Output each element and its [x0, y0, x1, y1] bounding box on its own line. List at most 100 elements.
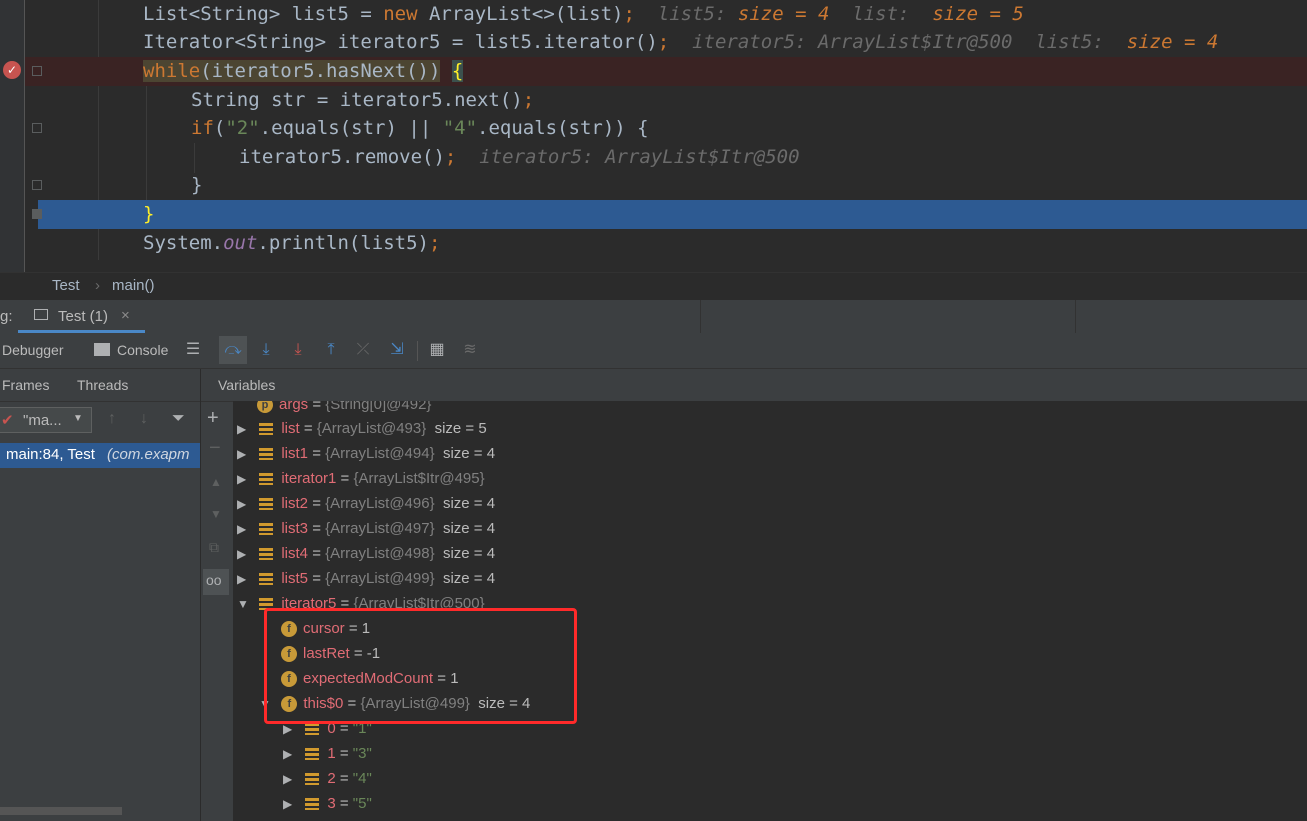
- force-step-into-icon[interactable]: ⤓: [288, 340, 308, 360]
- expand-arrow-icon[interactable]: ▶: [237, 492, 251, 517]
- evaluate-expression-icon[interactable]: ▦: [427, 340, 447, 360]
- fold-marker[interactable]: [32, 123, 42, 133]
- frames-tab[interactable]: Frames: [2, 377, 49, 393]
- expand-arrow-icon[interactable]: ▶: [237, 467, 251, 492]
- menu-icon[interactable]: ☰: [183, 340, 203, 360]
- show-watches-button[interactable]: oo: [203, 569, 229, 595]
- arrow-up-icon[interactable]: ↑: [108, 410, 116, 428]
- code-line-8-current[interactable]: }: [38, 200, 1307, 229]
- field-icon: [305, 773, 320, 786]
- threads-tab[interactable]: Threads: [77, 377, 128, 393]
- field-icon: [259, 548, 274, 561]
- add-watch-icon[interactable]: +: [207, 407, 219, 430]
- variable-row[interactable]: ▶ list2 = {ArrayList@496} size = 4: [237, 491, 495, 516]
- code-line-7[interactable]: }: [0, 171, 1307, 200]
- divider: [0, 401, 200, 402]
- highlight-box: [264, 608, 577, 724]
- variable-row[interactable]: ▶ list4 = {ArrayList@498} size = 4: [237, 541, 495, 566]
- expand-arrow-icon[interactable]: ▶: [283, 767, 297, 792]
- divider: [1075, 300, 1076, 333]
- field-icon: [305, 748, 320, 761]
- trace-icon[interactable]: ≋: [460, 340, 480, 360]
- variables-tab[interactable]: Variables: [218, 377, 275, 393]
- copy-icon[interactable]: ⧉: [209, 539, 219, 556]
- fold-marker[interactable]: [32, 180, 42, 190]
- debug-tab-strip: g: Test (1) ×: [0, 300, 1307, 333]
- step-over-icon: ⤼: [224, 341, 242, 358]
- code-line-4[interactable]: String str = iterator5.next();: [0, 86, 1307, 115]
- divider: [700, 300, 701, 333]
- tab-test-1[interactable]: Test (1) ×: [18, 300, 145, 333]
- code-editor[interactable]: List<String> list5 = new ArrayList<>(lis…: [0, 0, 1307, 272]
- variable-row[interactable]: ▶ list5 = {ArrayList@499} size = 4: [237, 566, 495, 591]
- collapse-arrow-icon[interactable]: ▼: [237, 592, 251, 617]
- console-tab[interactable]: Console: [117, 342, 168, 358]
- drop-frame-icon[interactable]: ⤫: [353, 340, 373, 360]
- list-element-row[interactable]: ▶ 2 = "4": [283, 766, 372, 791]
- scrollbar[interactable]: [0, 807, 122, 815]
- field-icon: [305, 723, 320, 736]
- code-line-3-breakpoint[interactable]: while(iterator5.hasNext()) {: [25, 57, 1307, 86]
- expand-arrow-icon[interactable]: ▶: [237, 442, 251, 467]
- remove-watch-icon[interactable]: −: [209, 437, 221, 460]
- field-icon: [259, 448, 274, 461]
- fold-marker[interactable]: [32, 209, 42, 219]
- expand-arrow-icon[interactable]: ▶: [283, 742, 297, 767]
- expand-arrow-icon[interactable]: ▶: [237, 417, 251, 442]
- step-out-icon[interactable]: ⤒: [321, 340, 341, 360]
- arrow-down-icon[interactable]: ↓: [140, 410, 148, 428]
- show-execution-point-button[interactable]: ⤼: [219, 336, 247, 364]
- list-element-row[interactable]: ▶ 1 = "3": [283, 741, 372, 766]
- frame-package: (com.exapm: [107, 446, 190, 463]
- run-to-cursor-icon[interactable]: ⇲: [387, 340, 407, 360]
- field-icon: [259, 498, 274, 511]
- thread-select-value: "ma...: [23, 412, 62, 429]
- frames-panel: Frames Threads ✔ "ma... ▼ ↑ ↓ ⏷ main:84,…: [0, 369, 200, 821]
- code-line-5[interactable]: if("2".equals(str) || "4".equals(str)) {: [0, 114, 1307, 143]
- variable-row[interactable]: ▶ iterator1 = {ArrayList$Itr@495}: [237, 466, 485, 491]
- list-element-row[interactable]: ▶ 3 = "5": [283, 791, 372, 816]
- frame-row-selected[interactable]: main:84, Test (com.exapm: [0, 443, 200, 468]
- expand-arrow-icon[interactable]: ▶: [237, 542, 251, 567]
- close-icon[interactable]: ×: [121, 307, 130, 324]
- variable-row[interactable]: ▶ list3 = {ArrayList@497} size = 4: [237, 516, 495, 541]
- console-icon: [94, 343, 110, 356]
- breadcrumb-class[interactable]: Test: [52, 277, 80, 294]
- expand-arrow-icon[interactable]: ▶: [237, 567, 251, 592]
- breakpoint-icon[interactable]: ✓: [3, 61, 21, 79]
- breadcrumb: Test › main(): [0, 272, 1307, 301]
- expand-arrow-icon[interactable]: ▶: [283, 792, 297, 817]
- expand-arrow-icon[interactable]: ▶: [237, 517, 251, 542]
- variables-panel: Variables + − ▲ ▼ ⧉ oo p args = {String[0…: [200, 369, 1307, 821]
- glasses-icon: oo: [206, 572, 222, 588]
- debug-toolbar: Debugger Console ☰ ⤼ ⤓ ⤓ ⤒ ⤫ ⇲ ▦ ≋: [0, 333, 1307, 369]
- fold-marker[interactable]: [32, 66, 42, 76]
- chevron-down-icon: ▼: [73, 413, 83, 424]
- field-icon: [259, 423, 274, 436]
- code-line-2[interactable]: Iterator<String> iterator5 = list5.itera…: [0, 28, 1307, 57]
- move-up-icon[interactable]: ▲: [210, 475, 222, 489]
- variable-row[interactable]: p args = {String[0]@492}: [257, 401, 431, 417]
- toolbar-separator: [417, 341, 418, 361]
- filter-icon[interactable]: ⏷: [172, 410, 185, 428]
- thread-select[interactable]: ✔ "ma... ▼: [0, 407, 92, 433]
- debug-tab-icon: [34, 309, 48, 320]
- move-down-icon[interactable]: ▼: [210, 507, 222, 521]
- field-icon: [305, 798, 320, 811]
- debug-label: g:: [0, 308, 13, 325]
- variable-row[interactable]: ▶ list1 = {ArrayList@494} size = 4: [237, 441, 495, 466]
- variables-tree: p args = {String[0]@492} ▶ list = {ArrayL…: [233, 401, 1307, 821]
- code-line-1[interactable]: List<String> list5 = new ArrayList<>(lis…: [0, 0, 1307, 29]
- frame-text: main:84, Test: [6, 446, 95, 463]
- step-into-icon[interactable]: ⤓: [256, 340, 276, 360]
- code-line-6[interactable]: iterator5.remove(); iterator5: ArrayList…: [0, 143, 1307, 172]
- check-icon: ✔: [1, 412, 14, 429]
- field-icon: [259, 473, 274, 486]
- code-line-9[interactable]: System.out.println(list5);: [0, 229, 1307, 258]
- debugger-tab[interactable]: Debugger: [2, 342, 64, 358]
- variable-row[interactable]: ▶ list = {ArrayList@493} size = 5: [237, 416, 487, 441]
- field-icon: [259, 523, 274, 536]
- tab-label: Test (1): [58, 308, 109, 325]
- breadcrumb-method[interactable]: main(): [112, 277, 155, 294]
- breadcrumb-separator-icon: ›: [95, 277, 100, 294]
